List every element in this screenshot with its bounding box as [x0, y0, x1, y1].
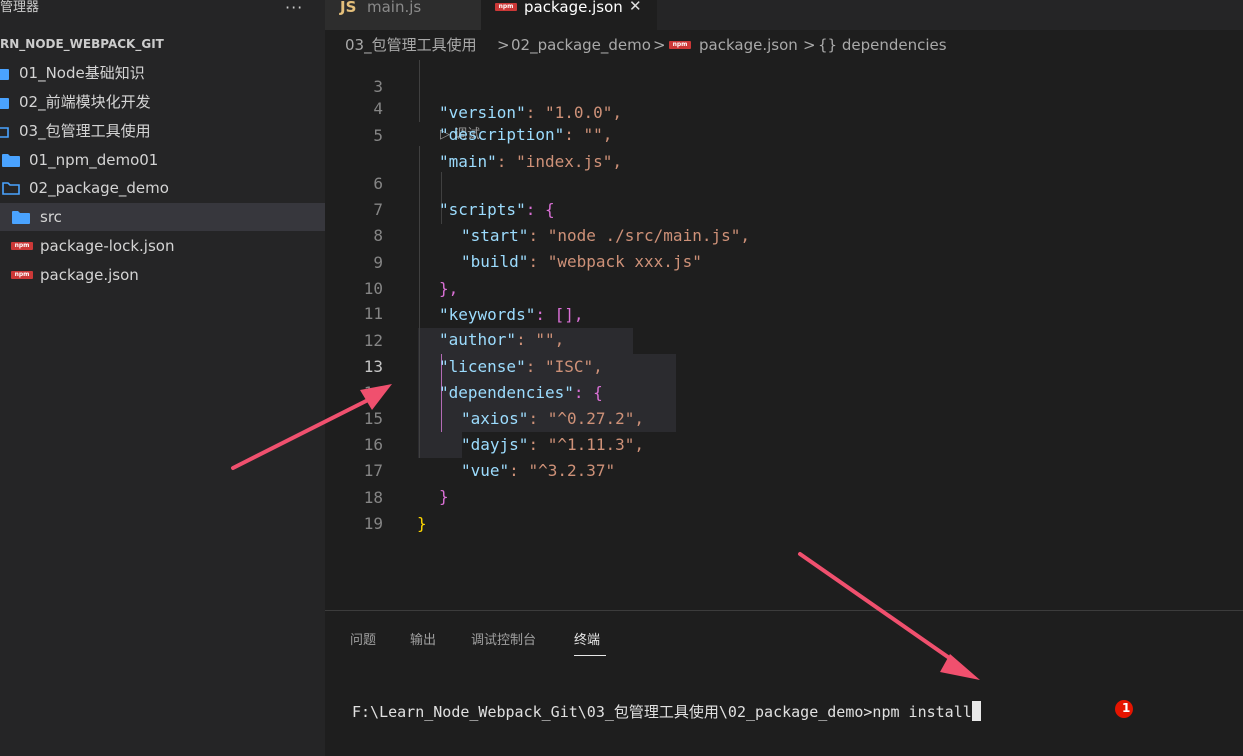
chevron-right-icon: >: [653, 36, 666, 54]
chevron-right-icon: >: [803, 36, 816, 54]
tree-item-02-frontend[interactable]: 02_前端模块化开发: [0, 88, 325, 116]
terminal-line[interactable]: F:\Learn_Node_Webpack_Git\03_包管理工具使用\02_…: [352, 701, 981, 722]
breadcrumb-item[interactable]: 02_package_demo: [511, 30, 651, 60]
folder-open-icon: [0, 127, 9, 138]
tree-item-label: package.json: [40, 266, 139, 284]
tree-item-npm-demo01[interactable]: 01_npm_demo01: [0, 146, 325, 174]
code-line: 13 "dependencies": {: [325, 328, 1243, 402]
folder-icon: [12, 211, 30, 224]
code-line: 11 "author": "",: [325, 275, 1243, 349]
terminal-prompt: F:\Learn_Node_Webpack_Git\03_包管理工具使用\02_…: [352, 703, 873, 721]
close-icon[interactable]: ✕: [629, 0, 642, 15]
terminal-cursor: [971, 701, 981, 721]
npm-icon: npm: [11, 271, 33, 279]
tree-item-label: 02_package_demo: [29, 179, 169, 197]
error-count: 1: [1122, 701, 1131, 715]
more-actions-icon[interactable]: ···: [285, 0, 303, 17]
code-line: 16 "vue": "^3.2.37": [325, 406, 1243, 480]
tab-main-js[interactable]: JS main.js: [325, 0, 481, 30]
explorer-title: 管理器: [0, 0, 40, 15]
code-line: 14 "axios": "^0.27.2",: [325, 354, 1243, 428]
tree-item-package-demo[interactable]: 02_package_demo: [0, 174, 325, 202]
error-badge-icon[interactable]: 1: [1115, 700, 1133, 718]
folder-icon: [0, 69, 9, 80]
code-line: 19: [325, 485, 1243, 533]
tree-item-label: src: [40, 208, 62, 226]
json-bracket: }: [417, 514, 427, 533]
javascript-icon: JS: [340, 0, 357, 16]
code-line: 18 }: [325, 459, 1243, 533]
code-line: 15 "dayjs": "^1.11.3",: [325, 380, 1243, 454]
code-line: 6 "scripts": {: [325, 145, 1243, 219]
explorer-sidebar: 管理器 ··· RN_NODE_WEBPACK_GIT 01_Node基础知识 …: [0, 0, 325, 756]
breadcrumb: 03_包管理工具使用 > 02_package_demo > npm packa…: [325, 30, 1243, 60]
npm-icon: npm: [11, 242, 33, 250]
folder-icon: [0, 98, 9, 109]
tab-terminal[interactable]: 终端: [574, 629, 600, 648]
workspace-root-label: RN_NODE_WEBPACK_GIT: [0, 37, 164, 51]
tree-item-package-json[interactable]: npm package.json: [0, 261, 325, 289]
breadcrumb-item[interactable]: {} dependencies: [818, 30, 947, 60]
workspace-root[interactable]: RN_NODE_WEBPACK_GIT: [0, 32, 325, 56]
folder-icon: [2, 154, 20, 167]
tree-item-label: 01_Node基础知识: [19, 64, 145, 82]
npm-icon: npm: [669, 41, 691, 49]
tree-item-label: package-lock.json: [40, 237, 175, 255]
tab-output[interactable]: 输出: [410, 629, 436, 648]
tree-item-label: 01_npm_demo01: [29, 151, 159, 169]
code-line: 5 "main": "index.js",: [325, 97, 1243, 171]
explorer-header: 管理器 ···: [0, 0, 325, 30]
tree-item-package-lock-json[interactable]: npm package-lock.json: [0, 232, 325, 260]
code-line: 12 "license": "ISC",: [325, 302, 1243, 376]
editor-tabs: JS main.js npm package.json ✕: [325, 0, 1243, 30]
breadcrumb-item[interactable]: 03_包管理工具使用: [345, 30, 477, 60]
tree-item-03-package-tools[interactable]: 03_包管理工具使用: [0, 117, 325, 145]
tab-label: main.js: [367, 0, 422, 16]
active-tab-indicator: [574, 655, 606, 656]
tab-package-json[interactable]: npm package.json ✕: [481, 0, 657, 30]
json-value: : "",: [564, 125, 613, 144]
tree-item-src[interactable]: src: [0, 203, 325, 231]
code-line: 17 }: [325, 432, 1243, 506]
code-line: 7 "start": "node ./src/main.js",: [325, 171, 1243, 245]
code-line: 10 "keywords": [],: [325, 250, 1243, 324]
line-number: 19: [363, 514, 383, 533]
tab-problems[interactable]: 问题: [350, 629, 376, 648]
bottom-panel: 问题 输出 调试控制台 终端 F:\Learn_Node_Webpack_Git…: [325, 610, 1243, 756]
code-line: 9 },: [325, 224, 1243, 298]
tab-debug-console[interactable]: 调试控制台: [471, 629, 536, 648]
tree-item-label: 02_前端模块化开发: [19, 93, 151, 111]
breadcrumb-item[interactable]: package.json: [699, 30, 798, 60]
npm-icon: npm: [495, 3, 517, 11]
terminal-command: npm install: [872, 703, 972, 721]
tree-item-label: 03_包管理工具使用: [19, 122, 151, 140]
tab-label: package.json: [524, 0, 623, 16]
json-key: "description": [439, 125, 565, 144]
code-line: 4 "description": "",: [325, 70, 1243, 144]
folder-open-icon: [2, 182, 20, 195]
tree-item-01-node[interactable]: 01_Node基础知识: [0, 59, 325, 87]
chevron-right-icon: >: [497, 36, 510, 54]
code-line: 8 "build": "webpack xxx.js": [325, 197, 1243, 271]
code-editor[interactable]: ▷ 调试 3 "version": "1.0.0", 4 "descriptio…: [325, 60, 1243, 610]
